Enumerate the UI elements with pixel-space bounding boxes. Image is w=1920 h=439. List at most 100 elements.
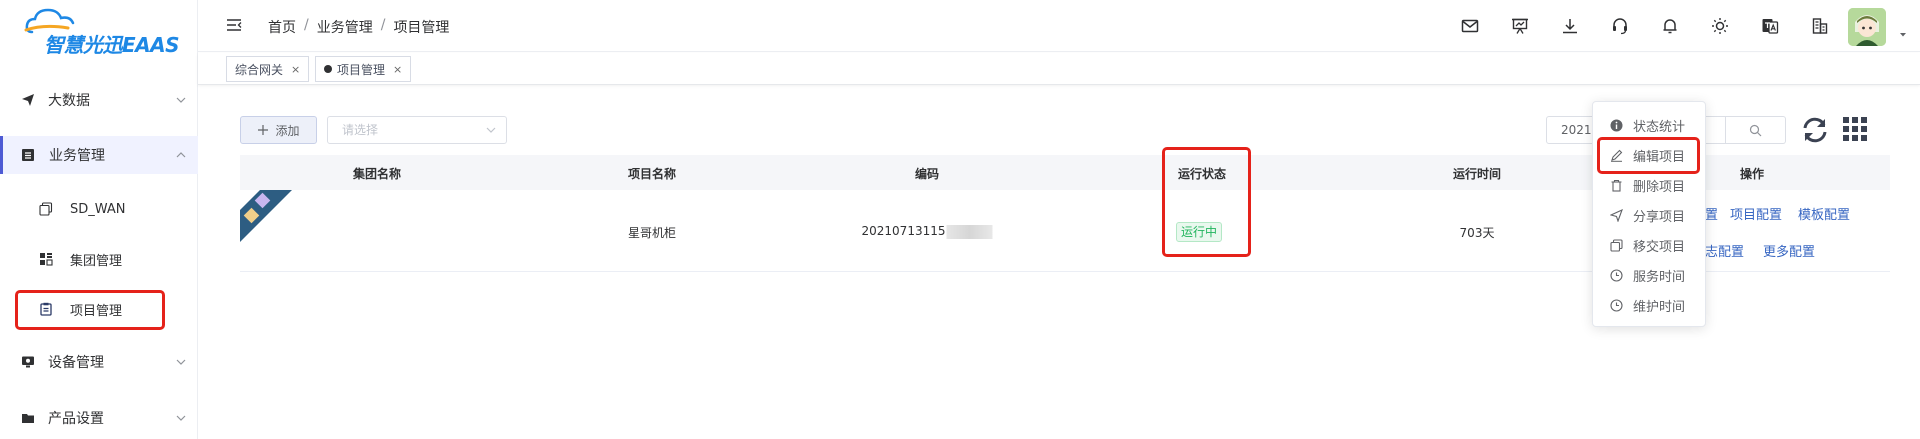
trash-icon xyxy=(1609,178,1623,192)
menu-item-share-project[interactable]: 分享项目 xyxy=(1593,200,1707,230)
add-button-label: 添加 xyxy=(275,123,300,138)
info-icon xyxy=(1609,118,1623,132)
cell-code: 20210713115 xyxy=(862,224,993,239)
sidebar-item-label: SD_WAN xyxy=(70,201,126,217)
clock-icon xyxy=(1609,298,1623,312)
user-avatar[interactable] xyxy=(1848,8,1886,46)
status-badge: 运行中 xyxy=(1176,222,1223,242)
sidebar-item-bigdata[interactable]: 大数据 xyxy=(0,80,198,120)
menu-item-delete-project[interactable]: 删除项目 xyxy=(1593,170,1707,200)
close-icon[interactable]: × xyxy=(393,63,402,76)
column-header-runtime: 运行时间 xyxy=(1452,167,1502,181)
sidebar-item-product[interactable]: 产品设置 xyxy=(0,398,198,438)
monitor-icon xyxy=(20,354,36,370)
folder-icon xyxy=(20,410,36,426)
sidebar-item-project[interactable]: 项目管理 xyxy=(0,289,198,329)
add-button[interactable]: 添加 xyxy=(240,116,317,144)
corner-ribbon-icon xyxy=(240,190,292,242)
active-dot-icon xyxy=(324,65,332,73)
menu-item-service-time[interactable]: 服务时间 xyxy=(1593,260,1707,290)
menu-item-label: 维护时间 xyxy=(1633,299,1686,315)
grid-view-icon[interactable] xyxy=(1842,116,1868,142)
sidebar-item-sdwan[interactable]: SD_WAN xyxy=(0,189,198,229)
tab-gateway[interactable]: 综合网关 × xyxy=(226,56,310,82)
search-icon xyxy=(1749,124,1762,136)
column-header-status: 运行状态 xyxy=(1177,167,1227,181)
menu-toggle-icon[interactable] xyxy=(226,17,242,33)
close-icon[interactable]: × xyxy=(291,63,300,76)
op-link-more-config[interactable]: 更多配置 xyxy=(1763,241,1815,260)
download-icon[interactable] xyxy=(1558,14,1582,38)
list-icon xyxy=(20,147,36,163)
chevron-down-icon xyxy=(176,97,186,103)
sidebar-item-label: 集团管理 xyxy=(70,253,123,269)
menu-item-label: 删除项目 xyxy=(1633,179,1686,195)
breadcrumb-separator: / xyxy=(304,17,309,33)
sidebar-item-label: 产品设置 xyxy=(48,411,104,427)
tab-project-management[interactable]: 项目管理 × xyxy=(315,56,412,82)
group-select[interactable]: 请选择 xyxy=(327,116,507,144)
sidebar: 智慧光迅EAAS 大数据 业务管理 SD_WAN 集团管理 项目管理 设备管理 … xyxy=(0,0,198,439)
menu-item-label: 状态统计 xyxy=(1633,119,1686,135)
brand-logo[interactable]: 智慧光迅EAAS xyxy=(24,6,184,57)
column-header-group: 集团名称 xyxy=(352,167,402,181)
plus-icon xyxy=(258,125,269,135)
copy-icon xyxy=(38,201,54,217)
tab-bar: 综合网关 × 项目管理 × xyxy=(198,53,1920,85)
breadcrumb-separator: / xyxy=(380,17,386,33)
chevron-down-icon xyxy=(176,359,186,365)
sidebar-item-label: 业务管理 xyxy=(49,148,105,164)
breadcrumb-home[interactable]: 首页 xyxy=(268,17,296,37)
search-input-value: 2021( xyxy=(1561,123,1597,137)
send-icon xyxy=(1609,208,1623,222)
chevron-down-icon[interactable] xyxy=(1898,30,1908,40)
top-header: 首页 / 业务管理 / 项目管理 xyxy=(198,0,1920,52)
tab-label: 综合网关 xyxy=(235,62,284,77)
op-link-template-config[interactable]: 模板配置 xyxy=(1798,204,1850,223)
op-link-log-config[interactable]: 志配置 xyxy=(1705,241,1744,260)
sidebar-item-label: 项目管理 xyxy=(70,303,123,319)
sidebar-item-device[interactable]: 设备管理 xyxy=(0,342,198,382)
op-link-project-config[interactable]: 项目配置 xyxy=(1730,204,1782,223)
sidebar-item-business[interactable]: 业务管理 xyxy=(0,136,198,174)
menu-item-label: 服务时间 xyxy=(1633,269,1686,285)
presentation-icon[interactable] xyxy=(1508,14,1532,38)
chevron-down-icon xyxy=(486,127,496,133)
headset-icon[interactable] xyxy=(1608,14,1632,38)
breadcrumb: 首页 / 业务管理 / 项目管理 xyxy=(268,17,449,37)
clipboard-icon xyxy=(38,301,54,317)
grid-icon xyxy=(38,251,54,267)
menu-item-edit-project[interactable]: 编辑项目 xyxy=(1593,140,1707,170)
menu-item-maintenance-time[interactable]: 维护时间 xyxy=(1593,290,1707,320)
sun-icon[interactable] xyxy=(1708,14,1732,38)
menu-item-status-stats[interactable]: 状态统计 xyxy=(1593,110,1707,140)
tab-label: 项目管理 xyxy=(337,62,386,77)
cell-project: 星哥机柜 xyxy=(627,226,677,240)
menu-item-label: 分享项目 xyxy=(1633,209,1686,225)
copy-icon xyxy=(1609,238,1623,252)
chevron-up-icon xyxy=(176,152,186,158)
mail-icon[interactable] xyxy=(1458,14,1482,38)
edit-icon xyxy=(1609,148,1623,162)
cell-runtime: 703天 xyxy=(1459,226,1495,240)
breadcrumb-current: 项目管理 xyxy=(393,20,450,36)
menu-item-transfer-project[interactable]: 移交项目 xyxy=(1593,230,1707,260)
select-placeholder: 请选择 xyxy=(342,123,379,137)
building-icon[interactable] xyxy=(1808,14,1832,38)
sidebar-item-label: 大数据 xyxy=(48,93,90,109)
menu-item-label: 编辑项目 xyxy=(1633,149,1686,165)
app-root: 智慧光迅EAAS 大数据 业务管理 SD_WAN 集团管理 项目管理 设备管理 … xyxy=(0,0,1920,439)
search-button[interactable] xyxy=(1726,116,1786,144)
column-header-project: 项目名称 xyxy=(627,167,677,181)
chevron-down-icon xyxy=(176,415,186,421)
translate-icon[interactable] xyxy=(1758,14,1782,38)
column-header-actions: 操作 xyxy=(1739,167,1765,181)
code-text: 20210713115 xyxy=(861,224,946,238)
refresh-icon[interactable] xyxy=(1800,115,1830,145)
sidebar-item-group[interactable]: 集团管理 xyxy=(0,239,198,279)
bell-icon[interactable] xyxy=(1658,14,1682,38)
clock-icon xyxy=(1609,268,1623,282)
sidebar-item-label: 设备管理 xyxy=(48,355,104,371)
column-header-code: 编码 xyxy=(914,167,940,181)
breadcrumb-business[interactable]: 业务管理 xyxy=(317,17,373,37)
